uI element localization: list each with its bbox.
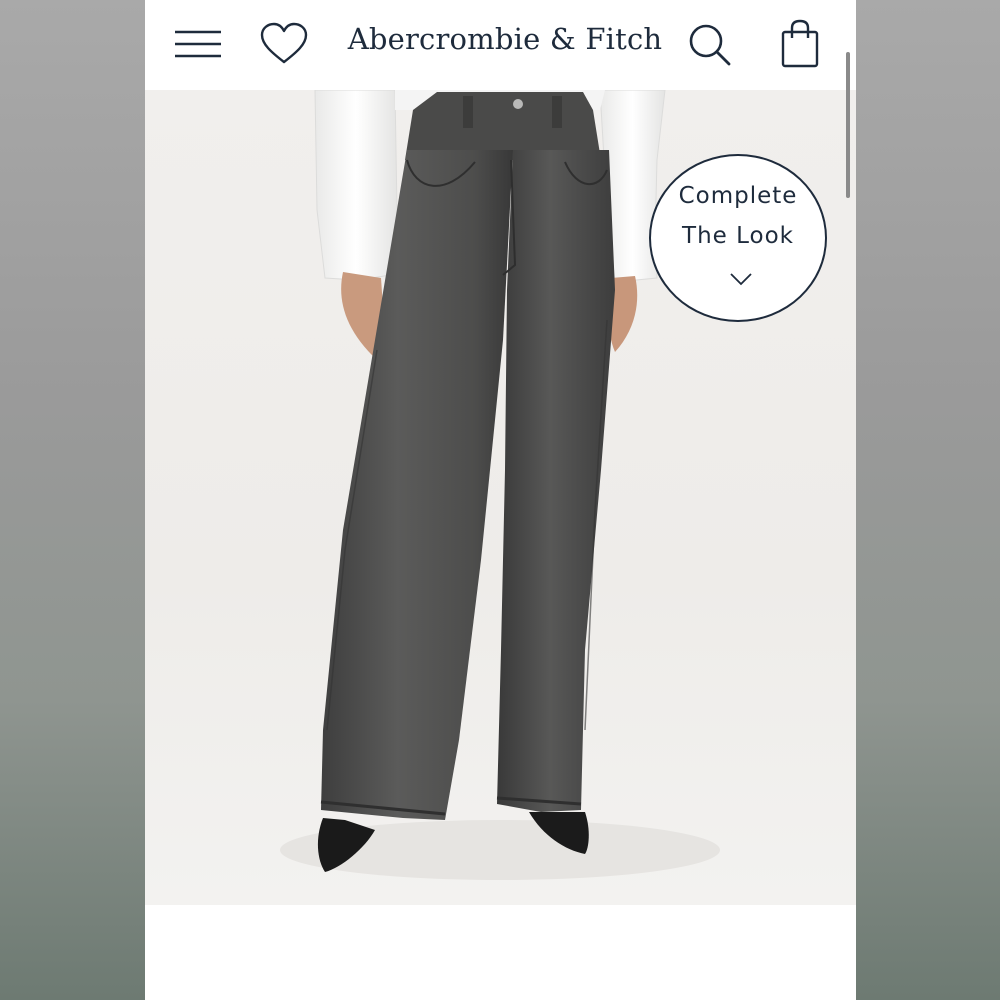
site-header: Abercrombie & Fitch bbox=[145, 0, 856, 90]
shopping-bag-button[interactable] bbox=[775, 18, 825, 70]
left-backdrop bbox=[0, 0, 145, 1000]
brand-logo[interactable]: Abercrombie & Fitch bbox=[345, 22, 665, 56]
favorites-button[interactable] bbox=[259, 22, 309, 68]
search-icon bbox=[689, 24, 731, 66]
right-backdrop bbox=[856, 0, 1000, 1000]
product-image[interactable]: Complete The Look bbox=[145, 90, 856, 905]
mobile-screen: Abercrombie & Fitch Complete The Look bbox=[145, 0, 856, 1000]
shopping-bag-icon bbox=[781, 19, 819, 68]
chevron-down-icon bbox=[730, 273, 752, 286]
heart-icon bbox=[260, 22, 308, 64]
complete-the-look-button[interactable]: Complete The Look bbox=[649, 154, 827, 322]
menu-button[interactable] bbox=[173, 24, 223, 64]
complete-the-look-label: Complete The Look bbox=[678, 183, 798, 249]
content-below-image bbox=[145, 905, 856, 1000]
scrollbar[interactable] bbox=[846, 52, 850, 198]
search-button[interactable] bbox=[685, 20, 735, 70]
menu-icon bbox=[175, 30, 221, 58]
